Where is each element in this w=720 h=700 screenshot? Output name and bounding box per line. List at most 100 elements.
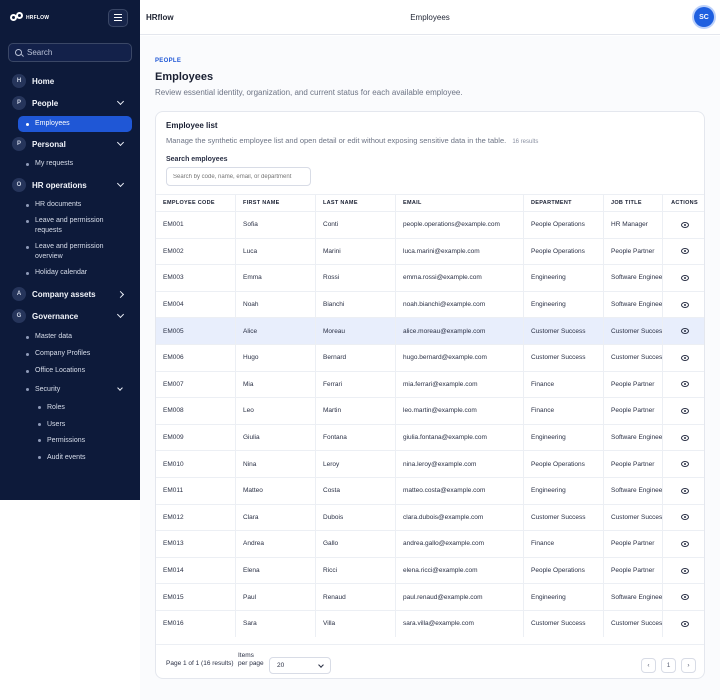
sidebar-item-label: Office Locations (35, 367, 86, 374)
eye-icon (680, 434, 689, 441)
view-button[interactable] (663, 425, 704, 451)
view-button[interactable] (663, 611, 704, 637)
view-button[interactable] (663, 292, 704, 318)
bullet-icon (38, 438, 41, 442)
employee-table: EMPLOYEE CODE FIRST NAME LAST NAME EMAIL DEP… (156, 194, 704, 637)
view-button[interactable] (663, 372, 704, 398)
page-info: Page 1 of 1 (16 results) (166, 660, 234, 667)
sidebar-item-users[interactable]: Users (30, 419, 130, 429)
sidebar-item-audit-events[interactable]: Audit events (30, 452, 130, 462)
table-cell: People Partner (604, 531, 663, 557)
view-button[interactable] (663, 398, 704, 424)
table-cell: HR Manager (604, 212, 663, 238)
sidebar-item-hr-operations[interactable]: O HR operations (8, 176, 132, 194)
table-row[interactable]: EM004 Noah Bianchi noah.bianchi@example.com… (156, 290, 704, 318)
table-row[interactable]: EM013 Andrea Gallo andrea.gallo@example.com… (156, 530, 704, 557)
table-row[interactable]: EM012 Clara Dubois clara.dubois@example.com… (156, 503, 704, 531)
table-row[interactable]: EM003 Emma Rossi emma.rossi@example.com Engi… (156, 264, 704, 291)
sidebar-item-holiday-calendar[interactable]: Holiday calendar (18, 268, 132, 278)
table-row[interactable]: EM010 Nina Leroy nina.leroy@example.com Peop… (156, 450, 704, 477)
sidebar-item-governance[interactable]: G Governance (8, 307, 132, 325)
page-1-button[interactable]: 1 (661, 658, 676, 673)
sidebar-item-employees[interactable]: Employees (18, 116, 132, 132)
sidebar-item-personal[interactable]: P Personal (8, 135, 132, 153)
table-cell: People Partner (604, 238, 663, 265)
table-cell: Customer Success (604, 610, 663, 637)
prev-page-button[interactable]: ‹ (641, 658, 656, 673)
items-per-page-select[interactable]: 20 (269, 657, 331, 674)
sidebar-item-home[interactable]: H Home (8, 72, 132, 90)
table-row[interactable]: EM015 Paul Renaud paul.renaud@example.com En… (156, 583, 704, 610)
table-cell: Sofia (236, 212, 316, 238)
table-cell: EM011 (156, 477, 236, 504)
eye-icon (680, 487, 689, 494)
logo: HRFLOW (10, 12, 49, 23)
table-cell: EM001 (156, 212, 236, 238)
table-cell: EM016 (156, 610, 236, 637)
sidebar-item-leave-requests[interactable]: Leave and permission requests (18, 216, 132, 236)
sidebar-item-leave-overview[interactable]: Leave and permission overview (18, 242, 132, 262)
view-button[interactable] (663, 478, 704, 504)
sidebar-item-permissions[interactable]: Permissions (30, 435, 130, 445)
table-row[interactable]: EM002 Luca Marini luca.marini@example.com Pe… (156, 237, 704, 265)
table-cell: Customer Success (524, 610, 604, 637)
view-button[interactable] (663, 318, 704, 344)
view-button[interactable] (663, 505, 704, 531)
sidebar-item-office-locations[interactable]: Office Locations (18, 366, 132, 376)
sidebar-item-my-requests[interactable]: My requests (18, 159, 132, 169)
table-row[interactable]: EM006 Hugo Bernard hugo.bernard@example.com… (156, 343, 704, 371)
table-cell: Dubois (316, 504, 396, 531)
eye-icon (680, 514, 689, 521)
card-description-text: Manage the synthetic employee list and o… (166, 136, 507, 145)
view-button[interactable] (663, 265, 704, 291)
view-button[interactable] (663, 451, 704, 477)
bullet-icon (26, 163, 29, 166)
table-cell: Leroy (316, 451, 396, 477)
table-row[interactable]: EM007 Mia Ferrari mia.ferrari@example.com Fi… (156, 370, 704, 398)
eye-icon (680, 248, 689, 255)
card-title: Employee list (166, 121, 218, 130)
table-row[interactable]: EM016 Sara Villa sara.villa@example.com Cust… (156, 609, 704, 637)
items-per-page-value: 20 (277, 662, 285, 669)
bullet-icon (38, 422, 41, 426)
sidebar-item-roles[interactable]: Roles (30, 402, 130, 412)
eye-icon (680, 461, 689, 468)
sidebar-item-company-profiles[interactable]: Company Profiles (18, 349, 132, 359)
table-cell: Software Engineer (604, 424, 663, 451)
view-button[interactable] (663, 345, 704, 371)
eye-icon (680, 354, 689, 361)
sidebar-item-company-assets[interactable]: A Company assets (8, 285, 132, 303)
section-eyebrow: PEOPLE (155, 58, 182, 64)
sidebar-item-master-data[interactable]: Master data (18, 332, 132, 342)
view-button[interactable] (663, 558, 704, 584)
table-row[interactable]: EM009 Giulia Fontana giulia.fontana@example… (156, 423, 704, 451)
eye-icon (680, 301, 689, 308)
view-button[interactable] (663, 239, 704, 265)
table-cell: Software Engineer (604, 265, 663, 291)
table-row[interactable]: EM001 Sofia Conti people.operations@example… (156, 211, 704, 238)
table-row[interactable]: EM005 Alice Moreau alice.moreau@example.com… (156, 317, 704, 344)
table-row[interactable]: EM011 Matteo Costa matteo.costa@example.com… (156, 476, 704, 504)
sidebar-item-people[interactable]: P People (8, 94, 132, 112)
sidebar-item-hr-documents[interactable]: HR documents (18, 200, 132, 210)
chevron-down-icon (116, 138, 125, 147)
table-cell: Sara (236, 610, 316, 637)
view-button[interactable] (663, 212, 704, 238)
sidebar-item-security[interactable]: Security (18, 383, 132, 395)
sidebar-item-label: Home (32, 76, 55, 86)
table-row[interactable]: EM014 Elena Ricci elena.ricci@example.com Pe… (156, 556, 704, 584)
view-button[interactable] (663, 531, 704, 557)
table-cell: EM014 (156, 557, 236, 584)
sidebar-item-label: Roles (47, 403, 65, 411)
eye-icon (680, 274, 689, 281)
sidebar-search-input[interactable]: Search (8, 43, 132, 62)
view-button[interactable] (663, 584, 704, 610)
avatar[interactable]: SC (694, 7, 714, 27)
column-header: ACTIONS (671, 200, 698, 206)
table-row[interactable]: EM008 Leo Martin leo.martin@example.com Fina… (156, 397, 704, 424)
table-cell: EM008 (156, 398, 236, 424)
sidebar-item-label: HR documents (35, 201, 82, 208)
employee-search-input[interactable] (166, 167, 311, 186)
next-page-button[interactable]: › (681, 658, 696, 673)
menu-toggle-button[interactable] (108, 8, 128, 27)
